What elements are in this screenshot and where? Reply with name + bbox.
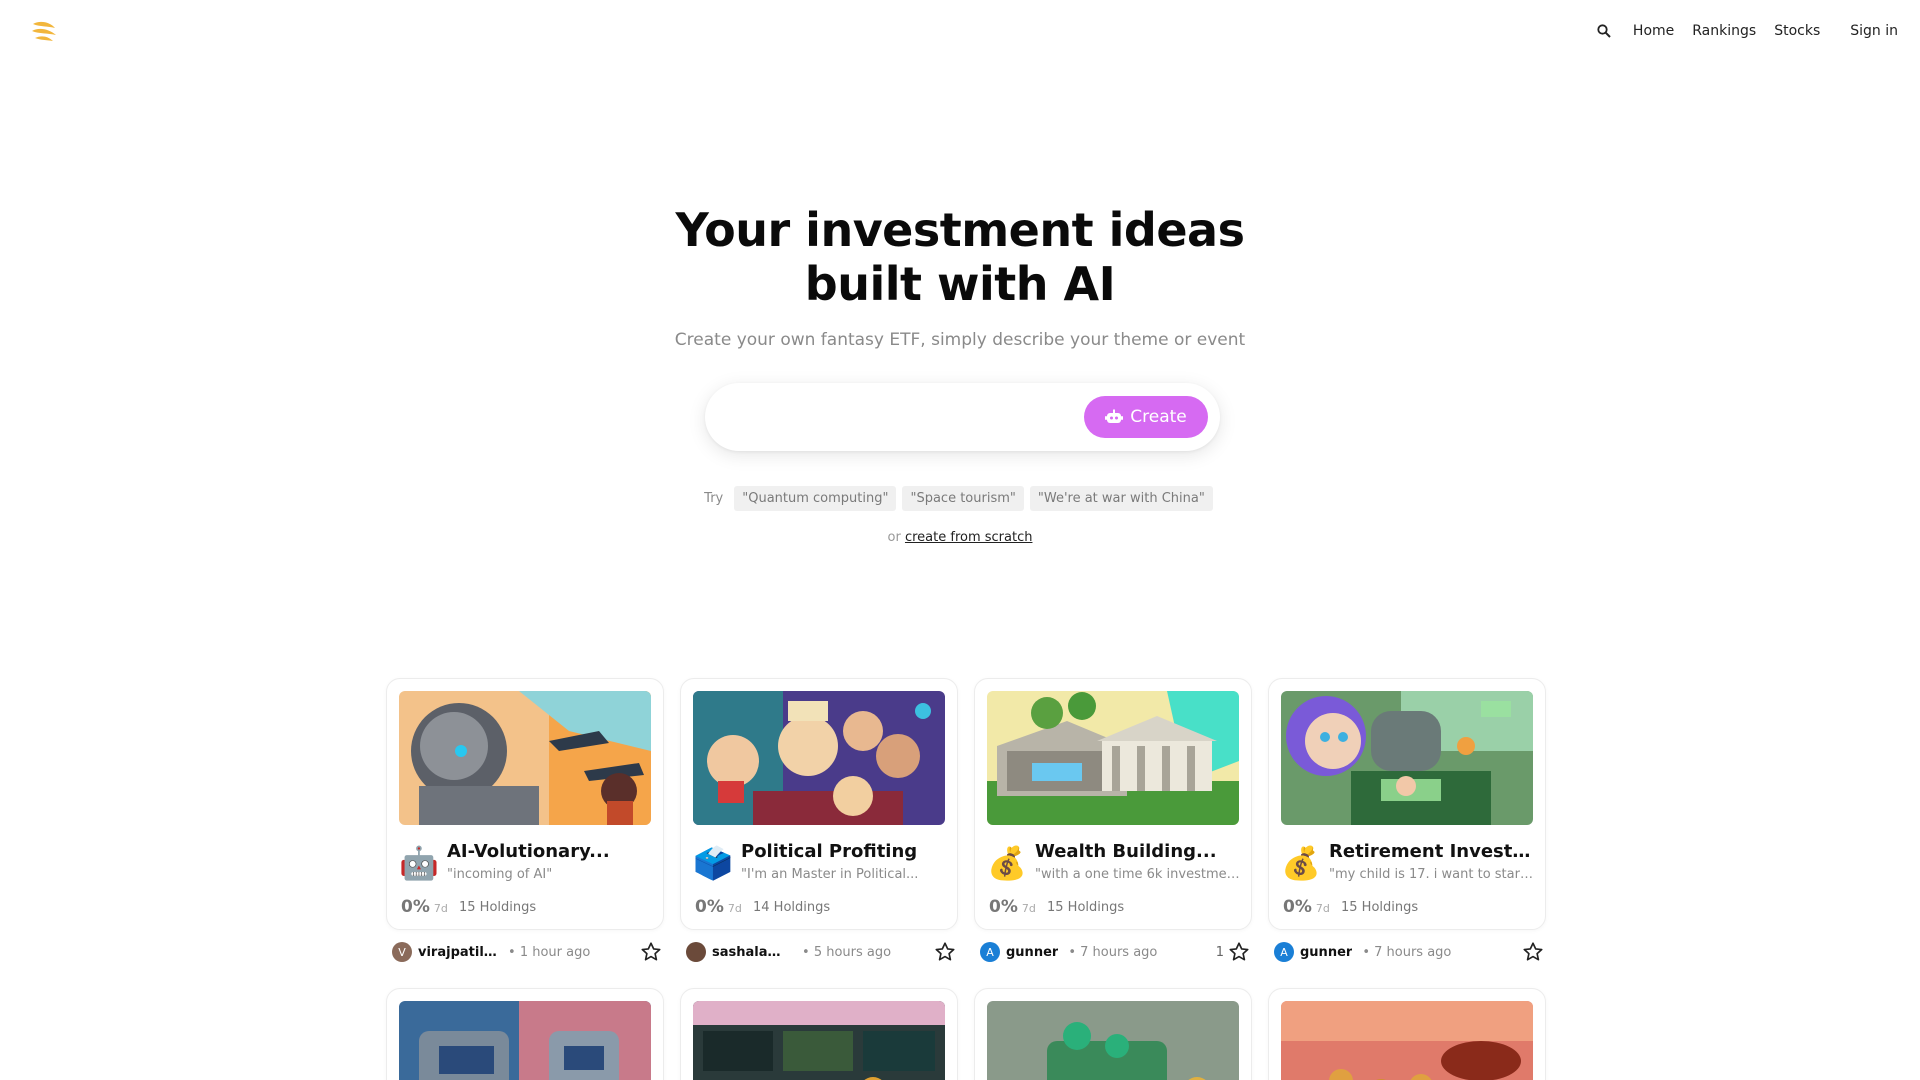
hero-title: Your investment ideas built with AI [0, 203, 1920, 311]
change-value: 0% [401, 897, 430, 917]
card-quote: "incoming of AI" [447, 867, 553, 882]
author-name[interactable]: gunner [1300, 945, 1352, 960]
card-emoji: 💰 [987, 844, 1027, 882]
card-emoji: 💰 [1281, 844, 1321, 882]
author-name[interactable]: virajpatil1... [418, 945, 498, 960]
etf-card[interactable] [680, 988, 958, 1080]
card-change: 0% 7d [1283, 897, 1330, 917]
post-time: • 7 hours ago [1068, 944, 1158, 960]
card-quote: "my child is 17. i want to start... [1329, 867, 1535, 882]
change-value: 0% [989, 897, 1018, 917]
nav-rankings[interactable]: Rankings [1692, 23, 1756, 39]
card-quote: "with a one time 6k investment... [1035, 867, 1241, 882]
etf-card[interactable]: 💰 Wealth Building... "with a one time 6k… [974, 678, 1252, 930]
hero-subtitle: Create your own fantasy ETF, simply desc… [674, 330, 1246, 350]
etf-robots-thumbnail [399, 1001, 651, 1080]
trading-screens-thumbnail [693, 1001, 945, 1080]
etf-card[interactable] [974, 988, 1252, 1080]
political-thumbnail [693, 691, 945, 825]
create-button-label: Create [1130, 407, 1187, 427]
star-count: 1 [1215, 944, 1224, 960]
etf-card[interactable]: 💰 Retirement Investmen... "my child is 1… [1268, 678, 1546, 930]
suggestion-chip[interactable]: "We're at war with China" [1029, 486, 1213, 511]
author-name[interactable]: sashalam... [712, 945, 792, 960]
create-from-scratch-link[interactable]: create from scratch [905, 530, 1033, 545]
coins-shoe-thumbnail [1281, 1001, 1533, 1080]
card-title: Political Profiting [741, 841, 918, 862]
money-bills-thumbnail [987, 1001, 1239, 1080]
card-meta: A gunner • 7 hours ago 1 [980, 940, 1250, 964]
create-from-scratch-row: or create from scratch [0, 530, 1920, 545]
etf-card[interactable]: 🤖 AI-Volutionary... "incoming of AI" 0% 7… [386, 678, 664, 930]
star-icon[interactable] [1228, 941, 1250, 963]
avatar[interactable]: A [980, 942, 1000, 962]
suggestion-chip[interactable]: "Space tourism" [902, 486, 1024, 511]
change-period: 7d [1021, 902, 1036, 915]
change-value: 0% [1283, 897, 1312, 917]
card-title: Retirement Investmen... [1329, 841, 1535, 862]
try-suggestions: Try "Quantum computing" "Space tourism" … [0, 486, 1920, 511]
change-value: 0% [695, 897, 724, 917]
star-icon[interactable] [640, 941, 662, 963]
hero-title-line2: built with AI [804, 257, 1116, 311]
etf-card[interactable] [1268, 988, 1546, 1080]
etf-card[interactable] [386, 988, 664, 1080]
card-meta: A gunner • 7 hours ago [1274, 940, 1544, 964]
change-period: 7d [433, 902, 448, 915]
theme-input[interactable] [731, 399, 1051, 435]
card-holdings: 15 Holdings [459, 900, 537, 915]
nav-home[interactable]: Home [1633, 23, 1674, 39]
author-name[interactable]: gunner [1006, 945, 1058, 960]
nav-stocks[interactable]: Stocks [1774, 23, 1820, 39]
retirement-thumbnail [1281, 691, 1533, 825]
sign-in-link[interactable]: Sign in [1850, 23, 1898, 39]
logo-icon[interactable] [30, 18, 58, 44]
card-holdings: 14 Holdings [753, 900, 831, 915]
suggestion-chip[interactable]: "Quantum computing" [734, 486, 897, 511]
create-box: Create [705, 383, 1220, 451]
avatar[interactable]: V [392, 942, 412, 962]
etf-card[interactable]: 🗳️ Political Profiting "I'm an Master in… [680, 678, 958, 930]
change-period: 7d [1315, 902, 1330, 915]
avatar[interactable]: A [1274, 942, 1294, 962]
ai-robot-thumbnail [399, 691, 651, 825]
card-change: 0% 7d [401, 897, 448, 917]
card-meta: V virajpatil1... • 1 hour ago [392, 940, 662, 964]
scratch-prefix: or [887, 530, 901, 545]
card-title: Wealth Building... [1035, 841, 1217, 862]
star-icon[interactable] [1522, 941, 1544, 963]
avatar[interactable] [686, 942, 706, 962]
hero-title-line1: Your investment ideas [675, 203, 1245, 257]
card-change: 0% 7d [695, 897, 742, 917]
create-button[interactable]: Create [1084, 396, 1208, 438]
card-holdings: 15 Holdings [1047, 900, 1125, 915]
change-period: 7d [727, 902, 742, 915]
card-holdings: 15 Holdings [1341, 900, 1419, 915]
card-emoji: 🗳️ [693, 844, 733, 882]
card-title: AI-Volutionary... [447, 841, 610, 862]
post-time: • 5 hours ago [802, 944, 892, 960]
post-time: • 7 hours ago [1362, 944, 1452, 960]
card-quote: "I'm an Master in Political... [741, 867, 919, 882]
post-time: • 1 hour ago [508, 944, 591, 960]
search-icon[interactable] [1595, 22, 1613, 40]
card-meta: sashalam... • 5 hours ago [686, 940, 956, 964]
try-label: Try [704, 491, 724, 506]
top-nav: Home Rankings Stocks Sign in [1595, 22, 1898, 40]
star-icon[interactable] [934, 941, 956, 963]
card-change: 0% 7d [989, 897, 1036, 917]
mansion-thumbnail [987, 691, 1239, 825]
card-emoji: 🤖 [399, 844, 439, 882]
robot-icon [1105, 409, 1124, 423]
